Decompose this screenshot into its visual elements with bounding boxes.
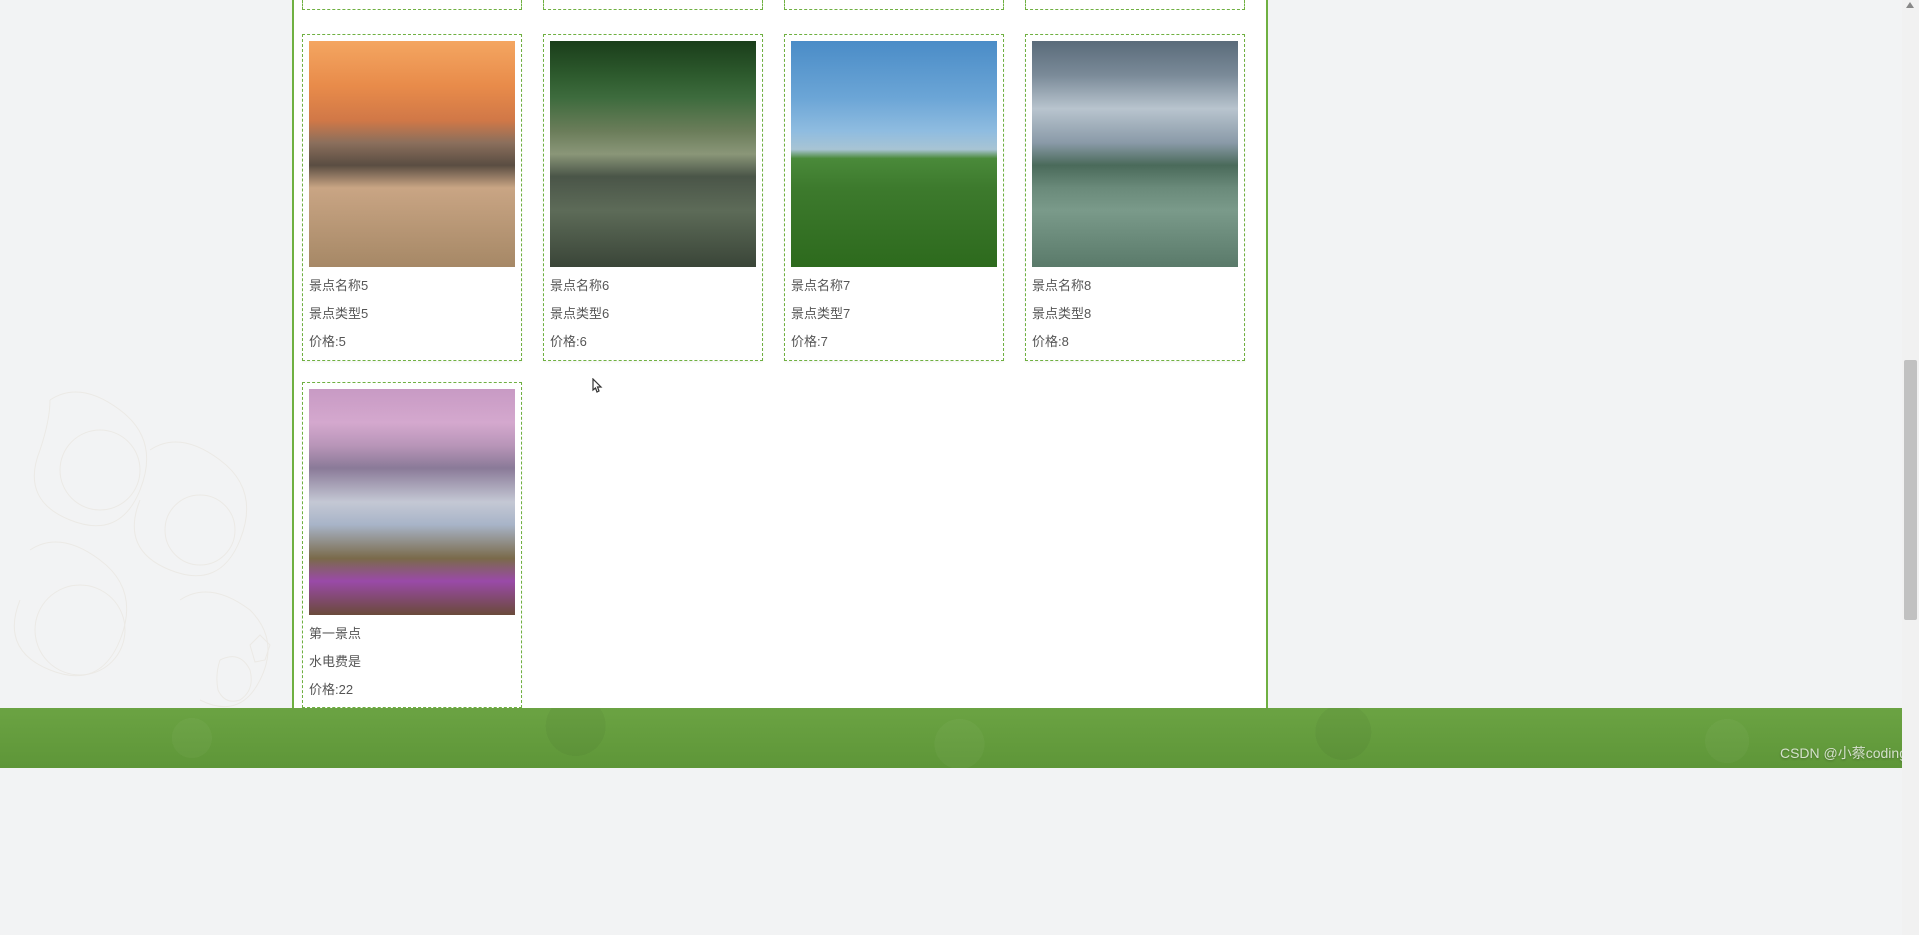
csdn-watermark: CSDN @小蔡coding — [1780, 743, 1907, 763]
price-label: 价格: — [1032, 334, 1062, 349]
attraction-image[interactable] — [1032, 41, 1238, 267]
partial-card — [302, 0, 522, 10]
footer-texture — [0, 708, 1919, 768]
attraction-price: 价格:6 — [550, 333, 756, 351]
partial-card — [784, 0, 1004, 10]
cards-grid: 景点名称5景点类型5价格:5景点名称6景点类型6价格:6景点名称7景点类型7价格… — [294, 18, 1266, 708]
attraction-image[interactable] — [550, 41, 756, 267]
attraction-name: 第一景点 — [309, 625, 515, 643]
price-value: 7 — [821, 334, 828, 349]
attraction-image[interactable] — [791, 41, 997, 267]
scrollbar-track[interactable] — [1902, 0, 1919, 935]
attraction-name: 景点名称5 — [309, 277, 515, 295]
attraction-card[interactable]: 景点名称5 景点类型5 价格:5 — [302, 34, 522, 361]
partial-card — [543, 0, 763, 10]
card-info: 景点名称7 景点类型7 价格:7 — [791, 267, 997, 352]
price-value: 5 — [339, 334, 346, 349]
attraction-name: 景点名称6 — [550, 277, 756, 295]
background-floral-decoration — [0, 350, 290, 750]
attraction-card[interactable]: 景点名称6 景点类型6 价格:6 — [543, 34, 763, 361]
price-value: 22 — [339, 682, 353, 697]
attraction-name: 景点名称8 — [1032, 277, 1238, 295]
price-label: 价格: — [791, 334, 821, 349]
attraction-card[interactable]: 景点名称8 景点类型8 价格:8 — [1025, 34, 1245, 361]
partial-cards-row — [294, 0, 1266, 18]
price-value: 6 — [580, 334, 587, 349]
attraction-card[interactable]: 景点名称7 景点类型7 价格:7 — [784, 34, 1004, 361]
price-label: 价格: — [309, 334, 339, 349]
attraction-image[interactable] — [309, 41, 515, 267]
price-value: 8 — [1062, 334, 1069, 349]
attraction-name: 景点名称7 — [791, 277, 997, 295]
price-label: 价格: — [309, 682, 339, 697]
attraction-price: 价格:7 — [791, 333, 997, 351]
attraction-price: 价格:5 — [309, 333, 515, 351]
attraction-image[interactable] — [309, 389, 515, 615]
card-info: 景点名称5 景点类型5 价格:5 — [309, 267, 515, 352]
attraction-type: 水电费是 — [309, 653, 515, 671]
attraction-price: 价格:8 — [1032, 333, 1238, 351]
attraction-type: 景点类型7 — [791, 305, 997, 323]
page-footer — [0, 708, 1919, 768]
price-label: 价格: — [550, 334, 580, 349]
attraction-type: 景点类型5 — [309, 305, 515, 323]
attractions-list-container: 景点名称5景点类型5价格:5景点名称6景点类型6价格:6景点名称7景点类型7价格… — [292, 0, 1268, 720]
card-info: 景点名称6 景点类型6 价格:6 — [550, 267, 756, 352]
card-info: 第一景点水电费是价格:22 — [309, 615, 515, 700]
attraction-card[interactable]: 第一景点水电费是价格:22 — [302, 382, 522, 709]
card-info: 景点名称8 景点类型8 价格:8 — [1032, 267, 1238, 352]
scrollbar-thumb[interactable] — [1904, 360, 1917, 620]
attraction-type: 景点类型6 — [550, 305, 756, 323]
attraction-type: 景点类型8 — [1032, 305, 1238, 323]
scroll-up-arrow-icon[interactable] — [1906, 2, 1914, 8]
partial-card — [1025, 0, 1245, 10]
attraction-price: 价格:22 — [309, 681, 515, 699]
